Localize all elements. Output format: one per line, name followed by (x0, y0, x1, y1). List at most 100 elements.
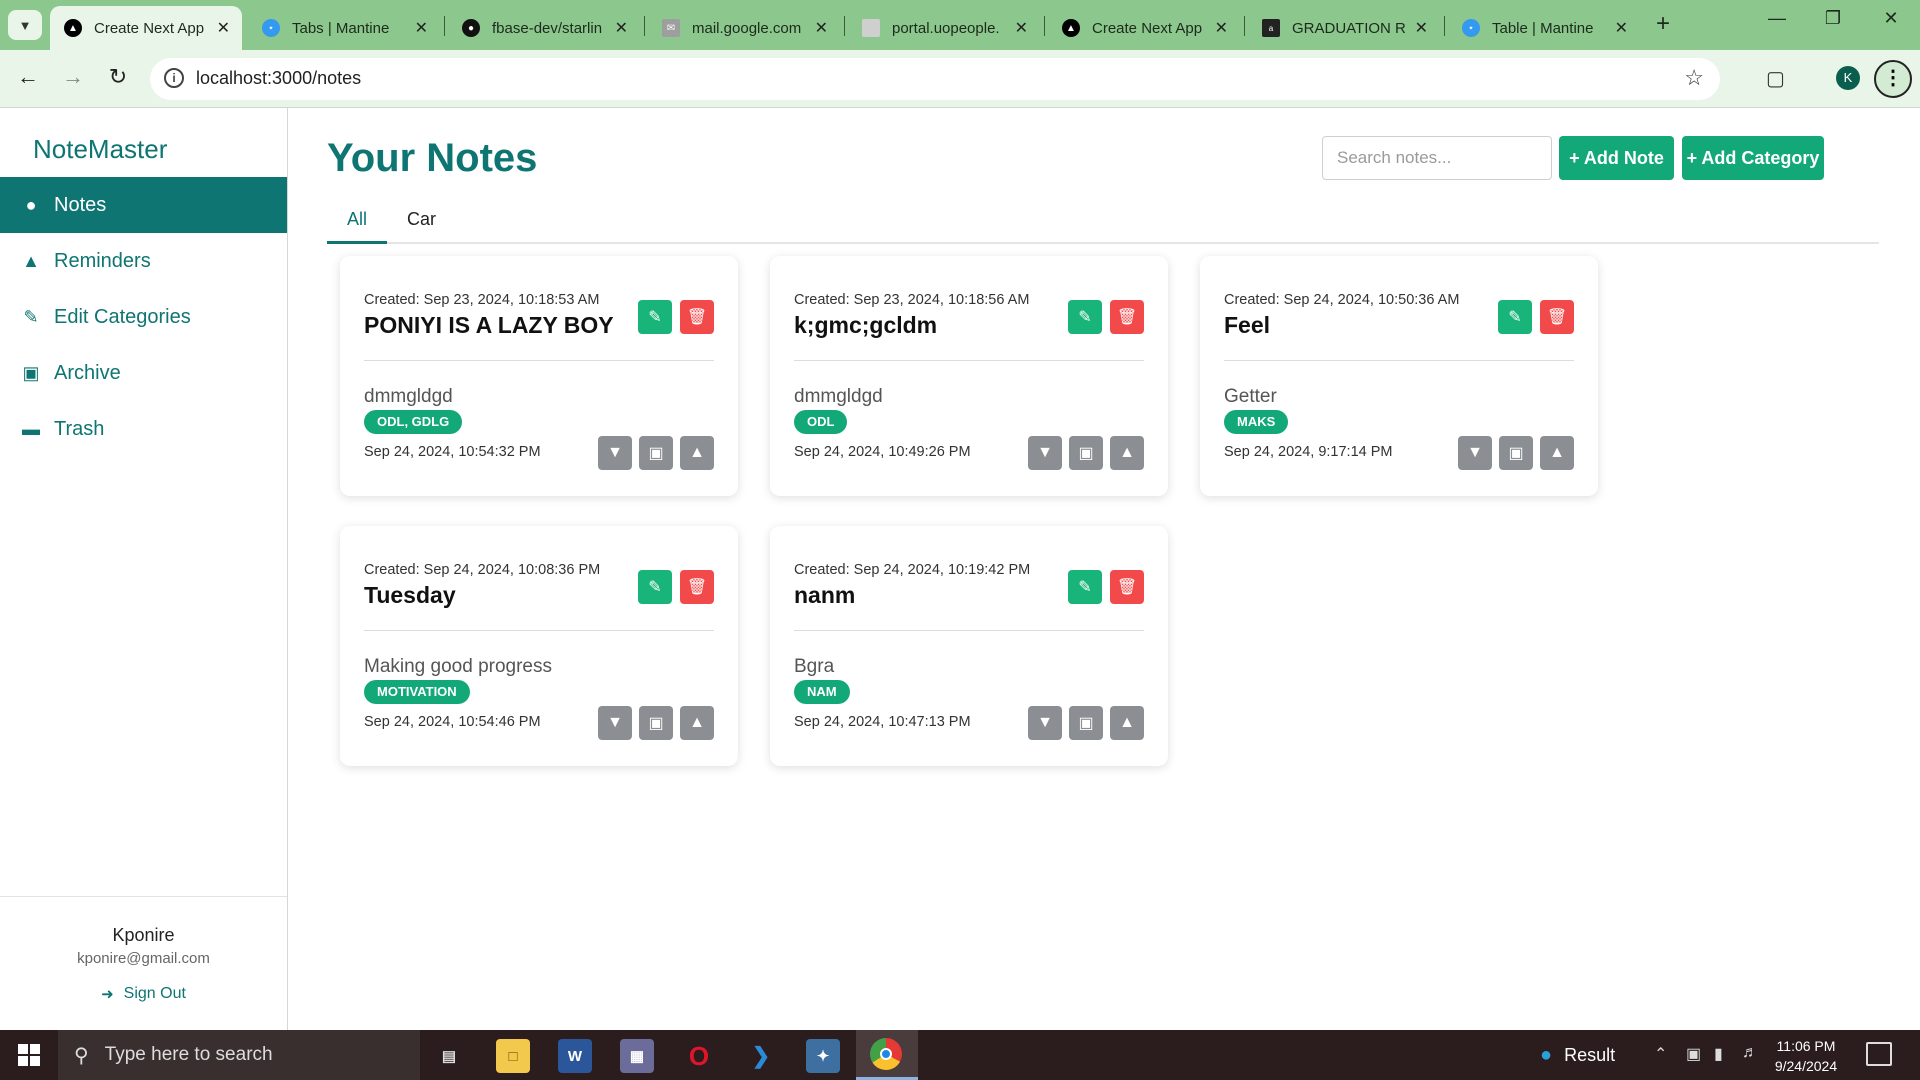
calculator-icon[interactable]: ▦ (620, 1039, 654, 1073)
browser-tab-7[interactable]: ⋆ Table | Mantine ✕ (1448, 6, 1640, 50)
file-explorer-icon[interactable]: □ (496, 1039, 530, 1073)
start-button[interactable] (0, 1030, 58, 1080)
delete-note-button[interactable]: 🗑 (1540, 300, 1574, 334)
close-icon[interactable]: ✕ (1215, 18, 1228, 38)
profile-avatar[interactable]: K (1836, 66, 1860, 90)
sidebar-item-edit-categories[interactable]: ✎ Edit Categories (0, 289, 287, 345)
tab-separator (444, 16, 445, 36)
system-clock[interactable]: 11:06 PM 9/24/2024 (1764, 1036, 1848, 1076)
chevron-up-icon[interactable]: ⌃ (1654, 1044, 1667, 1064)
browser-tab-6[interactable]: a GRADUATION R ✕ (1248, 6, 1440, 50)
address-url[interactable]: localhost:3000/notes (196, 68, 361, 89)
browser-tab-0[interactable]: ▲ Create Next App ✕ (50, 6, 242, 50)
pin-note-button[interactable]: ▼ (1458, 436, 1492, 470)
edit-icon: ✎ (648, 579, 662, 596)
browser-tab-5[interactable]: ▲ Create Next App ✕ (1048, 6, 1240, 50)
vscode-icon[interactable]: ❯ (744, 1039, 778, 1073)
window-close-icon[interactable]: ✕ (1876, 8, 1906, 29)
note-card[interactable]: Created: Sep 23, 2024, 10:18:56 AM k;gmc… (770, 256, 1168, 496)
windows-taskbar: ⚲ Type here to search ▤ □ W ▦ O ❯ ✦ ● Re… (0, 1030, 1920, 1080)
user-email: kponire@gmail.com (77, 950, 210, 967)
minimize-icon[interactable]: — (1762, 8, 1792, 29)
delete-note-button[interactable]: 🗑 (680, 570, 714, 604)
archive-note-button[interactable]: ▣ (639, 436, 673, 470)
word-icon[interactable]: W (558, 1039, 592, 1073)
tab-search-button[interactable]: ▼ (8, 10, 42, 40)
remind-note-button[interactable]: ▲ (1110, 706, 1144, 740)
archive-note-button[interactable]: ▣ (1069, 436, 1103, 470)
search-input[interactable] (1322, 136, 1552, 180)
notification-icon[interactable] (1866, 1042, 1892, 1066)
extensions-icon[interactable]: ▢ (1766, 66, 1785, 91)
note-date: Sep 24, 2024, 10:54:46 PM (364, 714, 541, 730)
archive-note-button[interactable]: ▣ (639, 706, 673, 740)
address-bar[interactable]: i localhost:3000/notes ☆ (150, 58, 1720, 100)
note-card[interactable]: Created: Sep 24, 2024, 10:50:36 AM Feel … (1200, 256, 1598, 496)
user-name: Kponire (112, 925, 175, 945)
site-info-icon[interactable]: i (164, 68, 184, 88)
app-icon[interactable]: ✦ (806, 1039, 840, 1073)
task-view-icon[interactable]: ▤ (432, 1039, 466, 1073)
note-card[interactable]: Created: Sep 24, 2024, 10:19:42 PM nanm … (770, 526, 1168, 766)
sidebar-item-trash[interactable]: ▬ Trash (0, 401, 287, 457)
add-note-button[interactable]: + Add Note (1559, 136, 1674, 180)
back-icon[interactable]: ← (13, 64, 43, 90)
delete-note-button[interactable]: 🗑 (680, 300, 714, 334)
volume-icon[interactable]: ♬ (1742, 1044, 1758, 1062)
trash-icon: 🗑 (1116, 309, 1138, 326)
battery-icon[interactable]: ▮ (1714, 1044, 1723, 1064)
close-icon[interactable]: ✕ (415, 18, 428, 38)
new-tab-button[interactable]: + (1650, 10, 1676, 38)
remind-note-button[interactable]: ▲ (1110, 436, 1144, 470)
archive-note-button[interactable]: ▣ (1499, 436, 1533, 470)
add-category-button[interactable]: + Add Category (1682, 136, 1824, 180)
edit-note-button[interactable]: ✎ (638, 300, 672, 334)
mantine-icon: ⋆ (1462, 19, 1480, 37)
tab-car[interactable]: Car (387, 200, 456, 244)
remind-note-button[interactable]: ▲ (680, 706, 714, 740)
edit-note-button[interactable]: ✎ (1498, 300, 1532, 334)
delete-note-button[interactable]: 🗑 (1110, 570, 1144, 604)
edit-note-button[interactable]: ✎ (1068, 570, 1102, 604)
pin-note-button[interactable]: ▼ (598, 436, 632, 470)
browser-tab-1[interactable]: ⋆ Tabs | Mantine ✕ (248, 6, 440, 50)
pin-note-button[interactable]: ▼ (1028, 706, 1062, 740)
browser-menu-icon[interactable]: ⋮ (1874, 60, 1912, 98)
remind-note-button[interactable]: ▲ (680, 436, 714, 470)
reload-icon[interactable]: ↻ (103, 64, 133, 90)
opera-icon[interactable]: O (682, 1039, 716, 1073)
sidebar-item-reminders[interactable]: ▲ Reminders (0, 233, 287, 289)
close-icon[interactable]: ✕ (615, 18, 628, 38)
restore-icon[interactable]: ❐ (1818, 8, 1848, 29)
delete-note-button[interactable]: 🗑 (1110, 300, 1144, 334)
weather-widget[interactable]: ● Result (1540, 1044, 1615, 1067)
meet-icon[interactable]: ▣ (1686, 1044, 1701, 1064)
browser-tab-2[interactable]: ● fbase-dev/starlin ✕ (448, 6, 640, 50)
close-icon[interactable]: ✕ (1615, 18, 1628, 38)
close-icon[interactable]: ✕ (1015, 18, 1028, 38)
pin-note-button[interactable]: ▼ (1028, 436, 1062, 470)
note-card[interactable]: Created: Sep 23, 2024, 10:18:53 AM PONIY… (340, 256, 738, 496)
forward-icon[interactable]: → (58, 64, 88, 90)
taskbar-search[interactable]: ⚲ Type here to search (58, 1030, 420, 1080)
edit-note-button[interactable]: ✎ (1068, 300, 1102, 334)
chevron-down-icon: ▼ (18, 17, 32, 33)
close-icon[interactable]: ✕ (1415, 18, 1428, 38)
sidebar-item-notes[interactable]: ● Notes (0, 177, 287, 233)
close-icon[interactable]: ✕ (815, 18, 828, 38)
chrome-taskbar-button[interactable] (856, 1030, 918, 1080)
archive-note-button[interactable]: ▣ (1069, 706, 1103, 740)
brand-logo[interactable]: NoteMaster (33, 134, 167, 165)
bookmark-star-icon[interactable]: ☆ (1684, 65, 1704, 91)
edit-note-button[interactable]: ✎ (638, 570, 672, 604)
sign-out-button[interactable]: ➜ Sign Out (101, 985, 186, 1003)
pin-note-button[interactable]: ▼ (598, 706, 632, 740)
browser-tab-3[interactable]: ✉ mail.google.com ✕ (648, 6, 840, 50)
remind-note-button[interactable]: ▲ (1540, 436, 1574, 470)
note-card[interactable]: Created: Sep 24, 2024, 10:08:36 PM Tuesd… (340, 526, 738, 766)
note-title: k;gmc;gcldm (794, 312, 938, 338)
close-icon[interactable]: ✕ (217, 18, 230, 38)
sidebar-item-archive[interactable]: ▣ Archive (0, 345, 287, 401)
tab-all[interactable]: All (327, 200, 388, 244)
browser-tab-4[interactable]: portal.uopeople. ✕ (848, 6, 1040, 50)
